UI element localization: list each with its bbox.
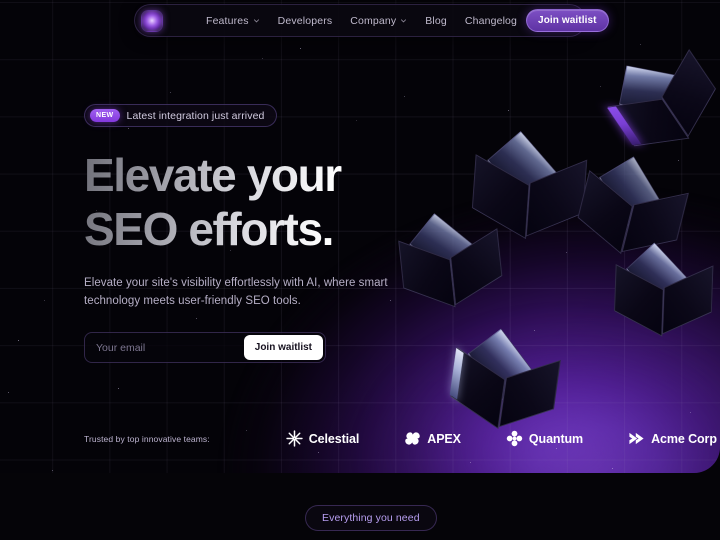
page-root: Features Developers Company Blog Changelog J… [0,0,720,540]
partner-logos: CelestialAPEXQuantumAcme CorpPULSE [286,430,720,447]
partner-logo-name: Celestial [308,431,360,446]
navbar: Features Developers Company Blog Changelog J… [134,4,609,37]
nav-item-developers[interactable]: Developers [269,10,342,32]
nav-item-blog[interactable]: Blog [416,10,456,32]
clover-x-icon [405,432,421,445]
trusted-by-label: Trusted by top innovative teams: [84,433,210,444]
partner-logo-name: APEX [427,431,461,446]
badge-new-tag: NEW [90,109,120,122]
partner-logo-celestial: Celestial [286,430,360,447]
double-chevron-icon [629,432,644,445]
nav-item-label: Features [206,14,249,27]
announcement-badge[interactable]: NEW Latest integration just arrived [84,104,278,127]
nav-item-label: Blog [425,14,447,27]
partner-logo-name: Acme Corp [651,431,717,446]
partner-logo-apex: APEX [404,430,461,447]
partner-logo-quantum: Quantum [506,430,583,447]
partner-logo-acme-corp: Acme Corp [628,430,717,447]
nav-item-label: Changelog [464,14,518,27]
hero-subtext: Elevate your site's visibility effortles… [84,277,388,307]
nav-links: Features Developers Company Blog Changelog [197,10,526,32]
chevron-down-icon [253,19,259,23]
nav-item-label: Company [350,14,397,27]
hero-content: NEW Latest integration just arrived Elev… [84,104,484,363]
nav-item-label: Developers [277,14,333,27]
page-title: Elevate your SEO efforts. [84,148,484,256]
starburst-icon [286,430,303,447]
submit-waitlist-button[interactable]: Join waitlist [243,335,323,360]
nav-join-waitlist-button[interactable]: Join waitlist [526,9,609,32]
nav-item-company[interactable]: Company [341,10,416,32]
section-pill-everything-you-need[interactable]: Everything you need [305,505,437,531]
four-dots-icon [506,430,523,447]
email-field[interactable] [87,341,244,354]
nav-item-changelog[interactable]: Changelog [456,10,526,32]
orb-logo-icon[interactable] [141,9,163,32]
partner-logo-name: Quantum [528,431,584,446]
waitlist-form: Join waitlist [84,332,326,363]
nav-item-features[interactable]: Features [197,10,269,32]
chevron-down-icon [401,19,407,23]
badge-text: Latest integration just arrived [126,109,265,122]
trusted-by-strip: Trusted by top innovative teams: Celesti… [84,430,720,447]
